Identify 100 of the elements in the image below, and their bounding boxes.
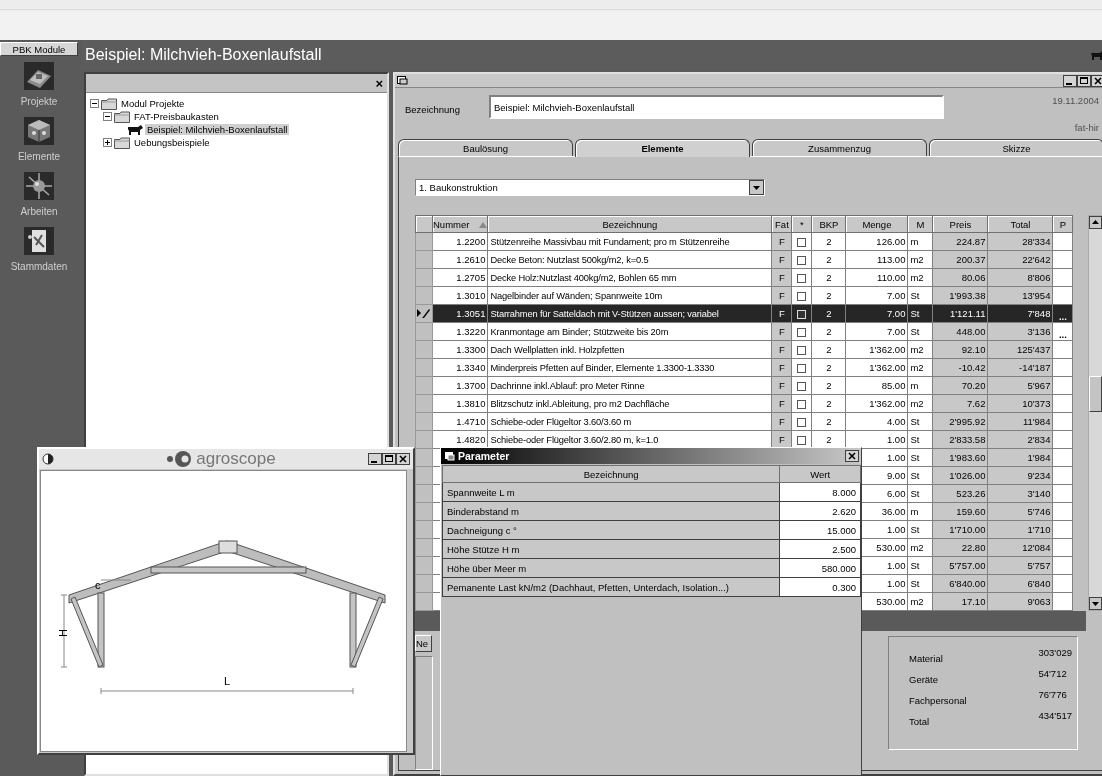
table-cell: 2 bbox=[811, 358, 846, 377]
table-cell: 1.2610 bbox=[432, 250, 488, 269]
name-input-field[interactable]: Beispiel: Milchvieh-Boxenlaufstall bbox=[489, 95, 944, 120]
window-title: Beispiel: Milchvieh-Boxenlaufstall bbox=[85, 46, 322, 64]
pencil-icon bbox=[416, 306, 431, 319]
tree-item[interactable]: Uebungsbeispiele bbox=[132, 137, 212, 148]
table-cell: Dachrinne inkl.Ablauf: pro Meter Rinne bbox=[487, 376, 772, 395]
table-cell: 126.00 bbox=[845, 232, 908, 251]
table-cell: 1.3010 bbox=[432, 286, 488, 305]
collapse-icon[interactable] bbox=[103, 112, 112, 121]
table-cell: m bbox=[907, 376, 933, 395]
table-cell: St bbox=[907, 286, 933, 305]
summary-value: 303'029 bbox=[1038, 647, 1072, 660]
sort-arrow-icon bbox=[479, 221, 488, 228]
dimension-label: c bbox=[95, 579, 101, 591]
tab[interactable]: Zusammenzug bbox=[752, 139, 927, 156]
folder-icon bbox=[114, 136, 130, 149]
table-cell: 7.00 bbox=[845, 322, 908, 341]
table-cell: Dach Wellplatten inkl. Holzpfetten bbox=[487, 340, 772, 359]
buildings-icon[interactable] bbox=[24, 62, 54, 90]
scroll-down-button[interactable] bbox=[1089, 597, 1102, 610]
collapse-icon[interactable] bbox=[90, 99, 99, 108]
column-header[interactable]: Wert bbox=[779, 465, 861, 483]
column-header[interactable]: Preis bbox=[932, 215, 988, 233]
checkbox[interactable] bbox=[797, 274, 807, 283]
checkbox[interactable] bbox=[797, 238, 807, 247]
checkbox[interactable] bbox=[797, 436, 807, 445]
table-cell: m bbox=[907, 232, 933, 251]
sidebar-item-label[interactable]: Stammdaten bbox=[10, 261, 68, 272]
tree-item[interactable]: FAT-Preisbaukasten bbox=[132, 111, 221, 122]
tab[interactable]: Elemente bbox=[575, 139, 750, 157]
table-cell: St bbox=[907, 322, 933, 341]
table-cell: St bbox=[907, 556, 933, 575]
table-cell: 2 bbox=[811, 250, 846, 269]
cube-icon[interactable] bbox=[24, 117, 54, 145]
tree-item[interactable]: Modul Projekte bbox=[119, 98, 187, 109]
table-cell: 1.3700 bbox=[432, 376, 488, 395]
close-button[interactable] bbox=[396, 453, 410, 465]
checkbox[interactable] bbox=[797, 292, 807, 301]
table-cell: 1.2200 bbox=[432, 232, 488, 251]
table-cell: m2 bbox=[907, 358, 933, 377]
maximize-button[interactable] bbox=[1077, 74, 1091, 87]
dimension-label: H bbox=[57, 629, 69, 637]
close-button[interactable]: × bbox=[375, 76, 383, 90]
checkbox[interactable] bbox=[797, 364, 807, 373]
scroll-thumb[interactable] bbox=[1089, 376, 1102, 412]
tab[interactable]: Skizze bbox=[929, 139, 1102, 156]
maximize-button[interactable] bbox=[382, 453, 396, 465]
close-button[interactable] bbox=[1091, 74, 1102, 87]
summary-value: 434'517 bbox=[1038, 710, 1072, 723]
sidebar-item-label[interactable]: Arbeiten bbox=[20, 206, 58, 217]
table-cell: 2 bbox=[811, 394, 846, 413]
minimize-button[interactable] bbox=[368, 453, 382, 465]
table-cell: m bbox=[907, 502, 933, 521]
summary-label: Material bbox=[909, 652, 944, 664]
vertical-scrollbar[interactable] bbox=[1088, 215, 1102, 611]
tree-item[interactable]: Beispiel: Milchvieh-Boxenlaufstall bbox=[145, 124, 290, 135]
checkbox[interactable] bbox=[797, 328, 807, 337]
summary-value: 76'776 bbox=[1038, 689, 1068, 702]
expand-icon[interactable] bbox=[103, 138, 112, 147]
table-cell: Blitzschutz inkl.Ableitung, pro m2 Dachfläche bbox=[487, 394, 772, 413]
table-cell: m2 bbox=[907, 250, 933, 269]
checkbox[interactable] bbox=[797, 346, 807, 355]
new-button[interactable]: Ne bbox=[415, 635, 432, 652]
close-button[interactable] bbox=[845, 450, 859, 462]
checkbox[interactable] bbox=[797, 382, 807, 391]
column-header[interactable]: BKP bbox=[811, 215, 846, 233]
module-header-button[interactable]: PBK Module bbox=[0, 42, 78, 56]
table-cell: 85.00 bbox=[845, 376, 908, 395]
table-cell: 1'362.00 bbox=[845, 358, 908, 377]
table-cell: m2 bbox=[907, 394, 933, 413]
column-header[interactable]: Bezeichnung bbox=[487, 215, 772, 233]
table-cell: 7.00 bbox=[845, 286, 908, 305]
checkbox[interactable] bbox=[797, 400, 807, 409]
column-header[interactable]: Nummer bbox=[432, 215, 488, 233]
table-cell: St bbox=[907, 466, 933, 485]
tab[interactable]: Baulösung bbox=[398, 139, 573, 156]
table-cell: Minderpreis Pfetten auf Binder, Elemente 1.3300-1.3330 bbox=[487, 358, 772, 377]
column-header[interactable]: Bezeichnung bbox=[442, 465, 780, 483]
minimize-button[interactable] bbox=[1063, 74, 1077, 87]
table-cell: 1.3810 bbox=[432, 394, 488, 413]
document-icon[interactable] bbox=[24, 227, 54, 255]
animal-icon bbox=[1091, 50, 1102, 60]
sidebar-item-label[interactable]: Elemente bbox=[17, 151, 61, 162]
angle-line bbox=[100, 579, 132, 581]
table-cell: 1.3340 bbox=[432, 358, 488, 377]
category-dropdown[interactable]: 1. Baukonstruktion bbox=[415, 179, 765, 196]
sphere-icon[interactable] bbox=[24, 172, 54, 200]
checkbox[interactable] bbox=[797, 418, 807, 427]
column-header[interactable]: Menge bbox=[845, 215, 908, 233]
checkbox[interactable] bbox=[797, 256, 807, 265]
column-header[interactable]: M bbox=[907, 215, 933, 233]
table-cell: St bbox=[907, 412, 933, 431]
table-cell: 2 bbox=[811, 376, 846, 395]
scroll-up-button[interactable] bbox=[1089, 216, 1102, 229]
table-cell: 110.00 bbox=[845, 268, 908, 287]
table-cell: 2 bbox=[811, 322, 846, 341]
column-header[interactable]: Total bbox=[987, 215, 1053, 233]
sidebar-item-label[interactable]: Projekte bbox=[20, 96, 58, 107]
table-cell: 1'362.00 bbox=[845, 394, 908, 413]
